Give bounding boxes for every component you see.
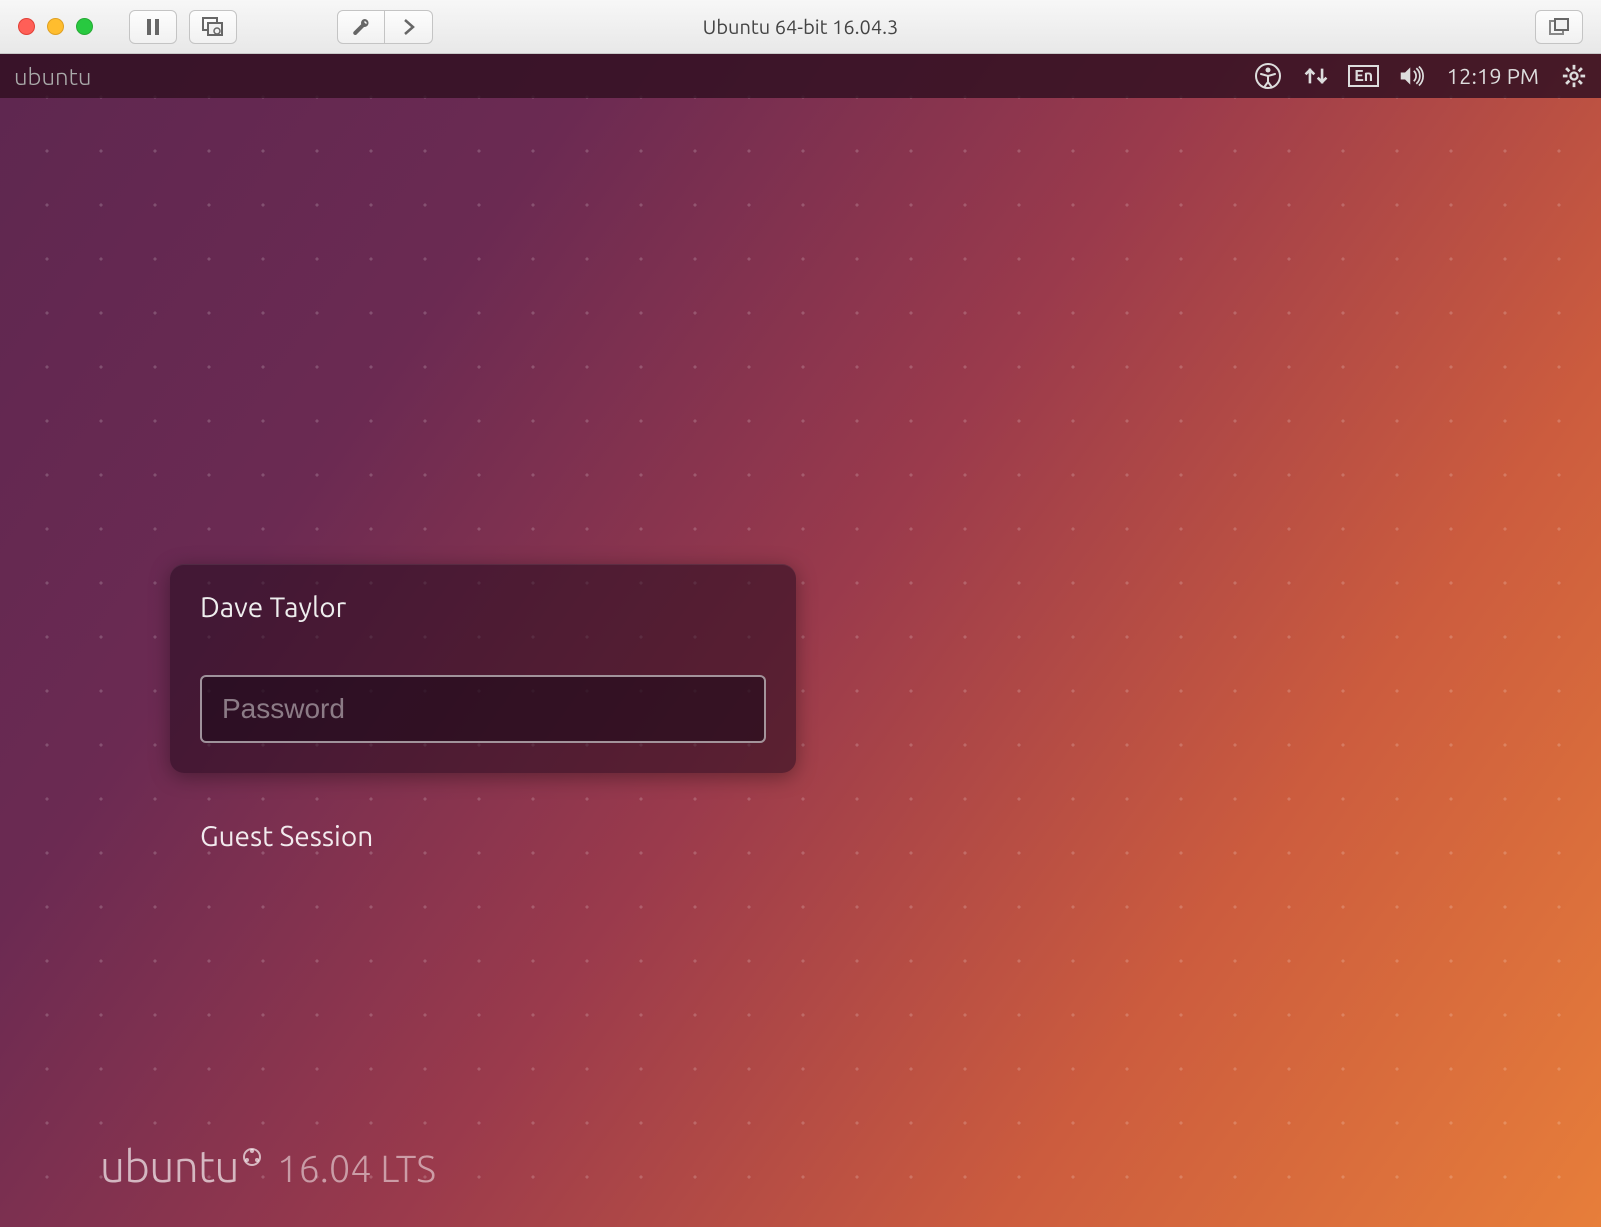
footer-logo: ubuntu bbox=[100, 1142, 261, 1191]
chevron-right-icon bbox=[402, 18, 416, 36]
accessibility-icon bbox=[1255, 63, 1281, 89]
sound-indicator[interactable] bbox=[1399, 63, 1425, 89]
network-arrows-icon bbox=[1303, 63, 1329, 89]
fullscreen-button[interactable] bbox=[1535, 10, 1583, 44]
snapshot-button[interactable] bbox=[189, 10, 237, 44]
vm-settings-group bbox=[337, 10, 433, 44]
guest-session-option[interactable]: Guest Session bbox=[200, 821, 796, 852]
keyboard-layout-label: En bbox=[1348, 65, 1379, 87]
network-indicator[interactable] bbox=[1303, 63, 1329, 89]
menubar-brand: ubuntu bbox=[14, 63, 91, 90]
close-window-button[interactable] bbox=[18, 18, 35, 35]
ubuntu-screen: ubuntu En bbox=[0, 54, 1601, 1227]
fullscreen-icon bbox=[1549, 18, 1569, 36]
password-input[interactable] bbox=[200, 675, 766, 743]
pause-vm-button[interactable] bbox=[129, 10, 177, 44]
login-area: Dave Taylor Guest Session bbox=[170, 564, 796, 852]
vm-control-group bbox=[129, 10, 237, 44]
maximize-window-button[interactable] bbox=[76, 18, 93, 35]
login-card: Dave Taylor bbox=[170, 564, 796, 773]
ubuntu-menubar: ubuntu En bbox=[0, 54, 1601, 98]
minimize-window-button[interactable] bbox=[47, 18, 64, 35]
footer-brand-text: ubuntu bbox=[100, 1142, 239, 1191]
accessibility-indicator[interactable] bbox=[1255, 63, 1281, 89]
system-indicator[interactable] bbox=[1561, 63, 1587, 89]
settings-button[interactable] bbox=[337, 10, 385, 44]
traffic-lights bbox=[18, 18, 93, 35]
window-title: Ubuntu 64-bit 16.04.3 bbox=[703, 15, 899, 38]
volume-icon bbox=[1399, 64, 1425, 88]
clock-indicator[interactable]: 12:19 PM bbox=[1447, 64, 1539, 89]
pause-icon bbox=[145, 18, 161, 36]
gear-icon bbox=[1561, 62, 1587, 90]
selected-username[interactable]: Dave Taylor bbox=[200, 592, 766, 623]
menubar-indicators: En 12:19 PM bbox=[1255, 63, 1587, 89]
footer-version: 16.04 LTS bbox=[277, 1148, 436, 1190]
wrench-icon bbox=[351, 17, 371, 37]
snapshot-icon bbox=[202, 17, 224, 37]
keyboard-layout-indicator[interactable]: En bbox=[1351, 63, 1377, 89]
footer-branding: ubuntu 16.04 LTS bbox=[100, 1142, 436, 1191]
mac-titlebar: Ubuntu 64-bit 16.04.3 bbox=[0, 0, 1601, 54]
next-button[interactable] bbox=[385, 10, 433, 44]
circle-of-friends-icon bbox=[243, 1148, 261, 1166]
